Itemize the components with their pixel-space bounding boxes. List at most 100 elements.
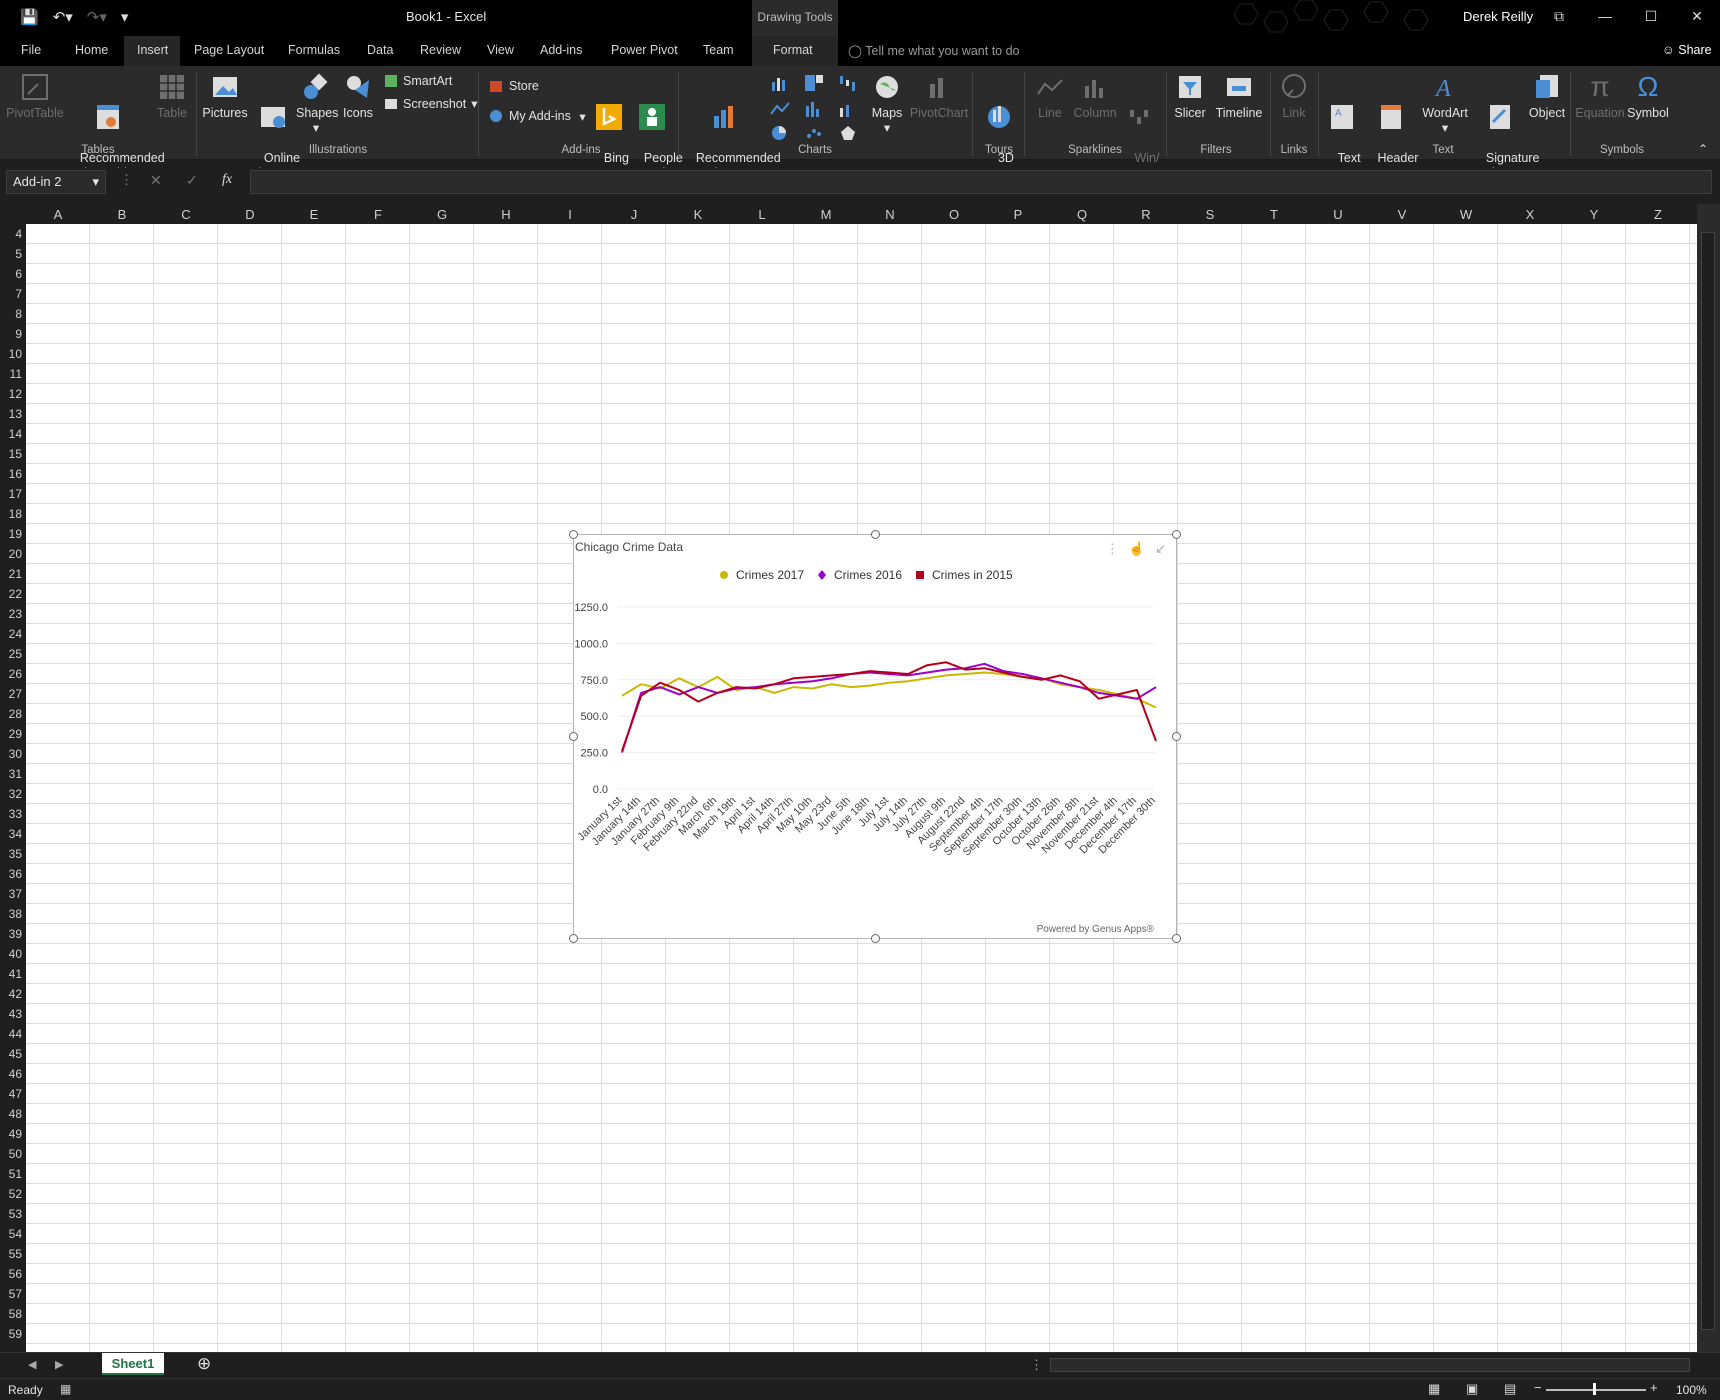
scrollbar-thumb[interactable] xyxy=(1701,232,1715,1330)
column-header[interactable]: T xyxy=(1242,207,1306,222)
row-header[interactable]: 42 xyxy=(0,987,22,1001)
row-header[interactable]: 35 xyxy=(0,847,22,861)
tab-home[interactable]: Home xyxy=(75,43,108,57)
timeline-button[interactable]: Timeline xyxy=(1212,72,1266,121)
row-header[interactable]: 57 xyxy=(0,1287,22,1301)
combo-chart-icon[interactable] xyxy=(838,100,858,118)
column-header[interactable]: R xyxy=(1114,207,1178,222)
row-header[interactable]: 15 xyxy=(0,447,22,461)
row-header[interactable]: 17 xyxy=(0,487,22,501)
confirm-entry-icon[interactable]: ✓ xyxy=(186,172,198,189)
more-menu-icon[interactable]: ⋮ xyxy=(1106,541,1119,557)
collapse-arrow-icon[interactable]: ↙ xyxy=(1155,541,1166,557)
resize-handle[interactable] xyxy=(871,934,880,943)
tab-formulas[interactable]: Formulas xyxy=(288,43,340,57)
pivottable-button[interactable]: PivotTable xyxy=(6,72,64,121)
row-header[interactable]: 45 xyxy=(0,1047,22,1061)
column-header[interactable]: B xyxy=(90,207,154,222)
tab-addins[interactable]: Add-ins xyxy=(540,43,582,57)
pie-chart-icon[interactable] xyxy=(770,124,790,142)
row-header[interactable]: 21 xyxy=(0,567,22,581)
store-button[interactable]: Store xyxy=(488,78,539,94)
tell-me-search[interactable]: ◯ Tell me what you want to do xyxy=(848,43,1020,58)
slicer-button[interactable]: Slicer xyxy=(1170,72,1210,121)
tab-page-layout[interactable]: Page Layout xyxy=(194,43,264,57)
row-header[interactable]: 56 xyxy=(0,1267,22,1281)
zoom-slider[interactable] xyxy=(1546,1389,1646,1391)
row-header[interactable]: 44 xyxy=(0,1027,22,1041)
column-header[interactable]: N xyxy=(858,207,922,222)
row-header[interactable]: 6 xyxy=(0,267,22,281)
maps-button[interactable]: Maps ▾ xyxy=(868,72,906,136)
column-header[interactable]: P xyxy=(986,207,1050,222)
row-header[interactable]: 54 xyxy=(0,1227,22,1241)
row-header[interactable]: 55 xyxy=(0,1247,22,1261)
scroll-right-icon[interactable]: ▶ xyxy=(55,1358,63,1371)
statistic-chart-icon[interactable] xyxy=(804,100,824,118)
row-header[interactable]: 53 xyxy=(0,1207,22,1221)
row-header[interactable]: 13 xyxy=(0,407,22,421)
pictures-button[interactable]: Pictures xyxy=(202,72,248,121)
shapes-button[interactable]: Shapes ▾ xyxy=(296,72,338,136)
row-header[interactable]: 25 xyxy=(0,647,22,661)
macro-record-icon[interactable]: ▦ xyxy=(60,1382,71,1396)
save-icon[interactable]: 💾 xyxy=(20,8,39,26)
row-header[interactable]: 37 xyxy=(0,887,22,901)
tab-data[interactable]: Data xyxy=(367,43,393,57)
column-header[interactable]: G xyxy=(410,207,474,222)
horizontal-scrollbar[interactable] xyxy=(1050,1358,1690,1372)
column-chart-icon[interactable] xyxy=(770,74,790,92)
row-header[interactable]: 8 xyxy=(0,307,22,321)
name-box[interactable]: Add-in 2 ▾ xyxy=(6,170,106,194)
customize-qat-icon[interactable]: ▾ xyxy=(121,8,129,26)
column-header[interactable]: M xyxy=(794,207,858,222)
redo-icon[interactable]: ↷▾ xyxy=(87,8,107,26)
hand-pointer-icon[interactable]: ☝ xyxy=(1129,541,1145,557)
resize-handle[interactable] xyxy=(569,530,578,539)
column-header[interactable]: U xyxy=(1306,207,1370,222)
column-header[interactable]: L xyxy=(730,207,794,222)
normal-view-icon[interactable]: ▦ xyxy=(1428,1381,1440,1397)
row-header[interactable]: 20 xyxy=(0,547,22,561)
tab-review[interactable]: Review xyxy=(420,43,461,57)
tab-file[interactable]: File xyxy=(21,43,41,57)
row-header[interactable]: 14 xyxy=(0,427,22,441)
add-sheet-icon[interactable]: ⊕ xyxy=(197,1354,211,1374)
resize-handle[interactable] xyxy=(1172,934,1181,943)
radar-chart-icon[interactable] xyxy=(838,124,858,142)
split-handle-icon[interactable]: ⋮ xyxy=(1030,1357,1043,1373)
vertical-scrollbar[interactable] xyxy=(1697,204,1720,1352)
maximize-icon[interactable]: ☐ xyxy=(1628,0,1674,32)
row-header[interactable]: 24 xyxy=(0,627,22,641)
row-header[interactable]: 58 xyxy=(0,1307,22,1321)
resize-handle[interactable] xyxy=(569,732,578,741)
row-header[interactable]: 4 xyxy=(0,227,22,241)
cancel-entry-icon[interactable]: ✕ xyxy=(150,172,162,189)
zoom-level[interactable]: 100% xyxy=(1676,1383,1707,1397)
row-header[interactable]: 49 xyxy=(0,1127,22,1141)
wordart-button[interactable]: A WordArt ▾ xyxy=(1420,72,1470,136)
close-icon[interactable]: ✕ xyxy=(1674,0,1720,32)
tab-team[interactable]: Team xyxy=(703,43,734,57)
page-layout-view-icon[interactable]: ▣ xyxy=(1466,1381,1478,1397)
scatter-chart-icon[interactable] xyxy=(804,124,824,142)
smartart-button[interactable]: SmartArt xyxy=(384,74,452,88)
row-header[interactable]: 5 xyxy=(0,247,22,261)
column-header[interactable]: X xyxy=(1498,207,1562,222)
equation-button[interactable]: π Equation xyxy=(1574,72,1626,121)
insert-function-icon[interactable]: fx xyxy=(222,172,232,188)
share-button[interactable]: ☺ Share xyxy=(1662,43,1712,57)
row-header[interactable]: 34 xyxy=(0,827,22,841)
row-header[interactable]: 48 xyxy=(0,1107,22,1121)
row-header[interactable]: 19 xyxy=(0,527,22,541)
row-header[interactable]: 47 xyxy=(0,1087,22,1101)
minimize-icon[interactable]: — xyxy=(1582,0,1628,32)
row-header[interactable]: 11 xyxy=(0,367,22,381)
column-header[interactable]: V xyxy=(1370,207,1434,222)
row-header[interactable]: 10 xyxy=(0,347,22,361)
row-header[interactable]: 7 xyxy=(0,287,22,301)
tab-power-pivot[interactable]: Power Pivot xyxy=(611,43,678,57)
row-header[interactable]: 22 xyxy=(0,587,22,601)
chart-object[interactable]: Chicago Crime Data ⋮ ☝ ↙ Crimes 2017 Crim… xyxy=(573,534,1177,939)
column-header[interactable]: S xyxy=(1178,207,1242,222)
